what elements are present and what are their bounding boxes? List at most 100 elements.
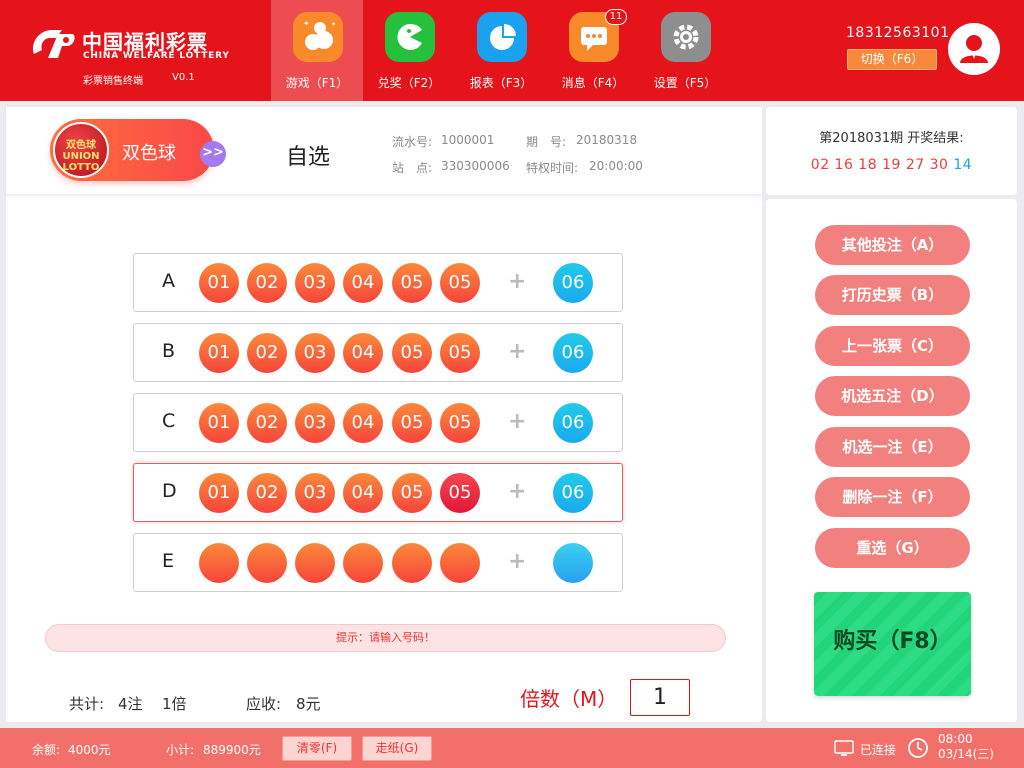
plus-separator: + (508, 409, 527, 434)
nav-report[interactable]: 报表（F3） (455, 0, 547, 101)
total-label: 共计: (69, 695, 105, 713)
blue-ball[interactable]: 06 (553, 403, 593, 443)
red-ball[interactable]: 01 (199, 403, 239, 443)
red-ball-empty[interactable] (440, 543, 480, 583)
user-icon (960, 35, 988, 63)
red-ball[interactable]: 04 (343, 473, 383, 513)
subtotal-label: 小计: (166, 743, 195, 757)
print-history-button[interactable]: 打历史票（B） (815, 275, 970, 315)
red-ball[interactable]: 05 (392, 403, 432, 443)
total-multiple: 1倍 (162, 695, 187, 713)
message-icon: 11 (569, 9, 627, 62)
subtotal-value: 889900元 (203, 743, 261, 757)
app-logo: 中国福利彩票 CHINA WELFARE LOTTERY 彩票销售终端 V0.1 (28, 20, 248, 90)
quick-pick-five-button[interactable]: 机选五注（D） (815, 376, 970, 416)
red-ball[interactable]: 02 (247, 403, 287, 443)
buy-button[interactable]: 购买（F8） (814, 592, 971, 696)
blue-ball[interactable]: 06 (553, 333, 593, 373)
station-label: 站 点: (392, 161, 433, 175)
message-count-badge: 11 (605, 9, 627, 25)
other-bet-button[interactable]: 其他投注（A） (815, 225, 970, 265)
red-ball[interactable]: 03 (295, 403, 335, 443)
hint-bar: 提示：请输入号码！ (45, 624, 726, 652)
nav-message[interactable]: 11 消息（F4） (547, 0, 639, 101)
red-ball-empty[interactable] (295, 543, 335, 583)
nav-message-label: 消息（F4） (561, 76, 625, 90)
settings-icon (661, 12, 711, 62)
red-ball[interactable]: 01 (199, 473, 239, 513)
blue-ball-empty[interactable] (553, 543, 593, 583)
red-ball[interactable]: 05 (392, 333, 432, 373)
due-label: 应收: (246, 695, 282, 713)
reselect-button[interactable]: 重选（G） (815, 528, 970, 568)
paper-feed-button[interactable]: 走纸(G) (362, 736, 432, 761)
draw-red-numbers: 02 16 18 19 27 30 (810, 157, 949, 173)
multiplier-input[interactable]: 1 (630, 679, 690, 716)
blue-ball[interactable]: 06 (553, 263, 593, 303)
red-ball-empty[interactable] (247, 543, 287, 583)
clear-button[interactable]: 清零(F) (282, 736, 352, 761)
header-bar: 中国福利彩票 CHINA WELFARE LOTTERY 彩票销售终端 V0.1… (0, 0, 1024, 101)
clock-icon (908, 738, 928, 758)
time-value: 08:00 (938, 732, 973, 746)
switch-user-button[interactable]: 切换（F6） (847, 49, 937, 70)
nav-settings[interactable]: 设置（F5） (639, 0, 731, 101)
red-ball[interactable]: 02 (247, 473, 287, 513)
game-icon: ✦ ✦ (293, 12, 343, 62)
red-ball[interactable]: 03 (295, 263, 335, 303)
red-ball-empty[interactable] (343, 543, 383, 583)
red-ball[interactable]: 03 (295, 333, 335, 373)
date-value: 03/14(三) (938, 747, 994, 761)
previous-ticket-button[interactable]: 上一张票（C） (815, 326, 970, 366)
delete-one-button[interactable]: 删除一注（F） (815, 477, 970, 517)
red-ball[interactable]: 04 (343, 263, 383, 303)
draw-result-title: 第2018031期 开奖结果: (819, 131, 964, 146)
main-panel: 双色球 UNION LOTTO 双色球 >> 自选 流水号: 1000001 期… (6, 107, 762, 722)
clock-time: 08:00 03/14(三) (938, 732, 994, 762)
red-ball[interactable]: 04 (343, 403, 383, 443)
nav-settings-label: 设置（F5） (653, 76, 717, 90)
red-ball[interactable]: 05 (440, 403, 480, 443)
blue-ball[interactable]: 06 (553, 473, 593, 513)
due-value: 8元 (296, 695, 321, 713)
total-count: 4注 (118, 695, 143, 713)
red-ball[interactable]: 05 (392, 263, 432, 303)
red-ball-empty[interactable] (199, 543, 239, 583)
red-ball[interactable]: 05 (440, 263, 480, 303)
red-ball[interactable]: 02 (247, 333, 287, 373)
red-ball[interactable]: 02 (247, 263, 287, 303)
red-ball[interactable]: 04 (343, 333, 383, 373)
bet-row-e[interactable]: E + (133, 533, 623, 592)
row-letter: C (162, 410, 176, 432)
red-ball[interactable]: 03 (295, 473, 335, 513)
plus-separator: + (508, 479, 527, 504)
nav-prize-label: 兑奖（F2） (377, 76, 441, 90)
red-ball[interactable]: 05 (440, 333, 480, 373)
bet-row-c[interactable]: C 01 02 03 04 05 05 + 06 (133, 393, 623, 452)
quick-pick-one-button[interactable]: 机选一注（E） (815, 427, 970, 467)
game-name: 双色球 (122, 143, 176, 164)
row-letter: A (162, 270, 175, 292)
selection-mode-title: 自选 (286, 145, 331, 170)
red-ball-active[interactable]: 05 (440, 473, 480, 513)
red-ball[interactable]: 05 (392, 473, 432, 513)
nav-game[interactable]: ✦ ✦ 游戏（F1） (271, 0, 363, 101)
plus-separator: + (508, 339, 527, 364)
red-ball[interactable]: 01 (199, 333, 239, 373)
union-lotto-logo: 双色球 UNION LOTTO (53, 122, 109, 178)
bet-row-b[interactable]: B 01 02 03 04 05 05 + 06 (133, 323, 623, 382)
bet-row-a[interactable]: A 01 02 03 04 05 05 + 06 (133, 253, 623, 312)
nav-prize[interactable]: 兑奖（F2） (363, 0, 455, 101)
switch-game-arrow-icon[interactable]: >> (200, 141, 226, 167)
red-ball[interactable]: 01 (199, 263, 239, 303)
row-letter: B (162, 340, 176, 362)
monitor-icon (834, 740, 854, 756)
avatar[interactable] (948, 23, 1000, 75)
multiplier-label: 倍数（M） (520, 687, 618, 711)
prize-icon (385, 12, 435, 62)
bet-row-d[interactable]: D 01 02 03 04 05 05 + 06 (133, 463, 623, 522)
red-ball-empty[interactable] (392, 543, 432, 583)
svg-text:✦: ✦ (331, 21, 336, 28)
game-selector[interactable]: 双色球 UNION LOTTO 双色球 >> (50, 119, 226, 181)
game-header: 双色球 UNION LOTTO 双色球 >> 自选 流水号: 1000001 期… (6, 107, 762, 195)
